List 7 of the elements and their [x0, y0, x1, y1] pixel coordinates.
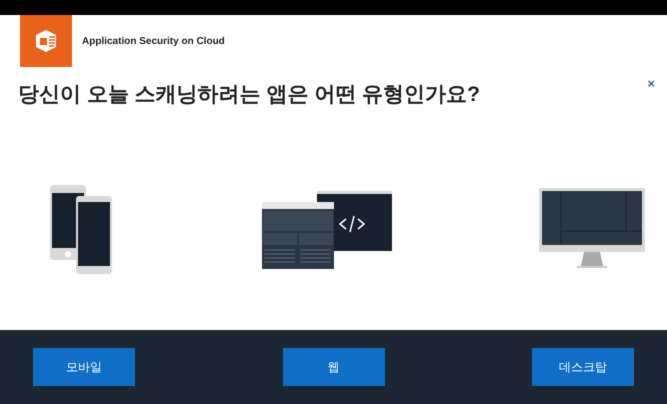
option-button[interactable]: 웹 — [282, 348, 384, 386]
question-heading: 당신이 오늘 스캐닝하려는 앱은 어떤 유형인가요? — [18, 82, 480, 108]
option-button[interactable]: 데스크탑 — [532, 348, 634, 386]
brand-name: Application Security on Cloud — [82, 34, 225, 48]
close-button[interactable]: × — [647, 74, 655, 94]
option-button[interactable]: 모바일 — [33, 348, 135, 386]
cube-logo-icon — [33, 28, 59, 54]
